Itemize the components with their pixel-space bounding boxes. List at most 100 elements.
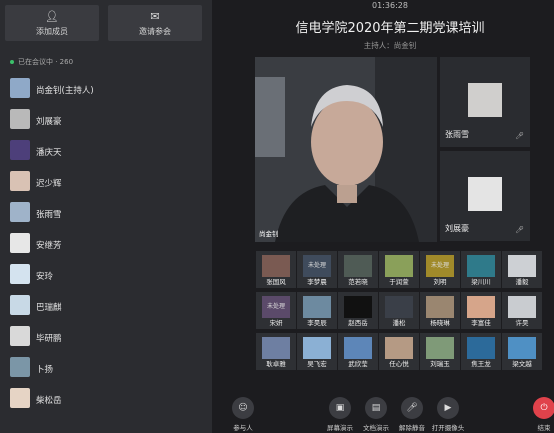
video-tile[interactable]: 武欣莹: [338, 333, 378, 370]
video-tile[interactable]: 未处理 宋妍: [256, 292, 296, 329]
video-tile[interactable]: 潘松: [379, 292, 419, 329]
participant-item[interactable]: 刘展豪: [0, 104, 212, 135]
avatar: [10, 264, 30, 284]
video-tile[interactable]: 许昊: [502, 292, 542, 329]
in-meeting-count: 已在会议中 · 260: [10, 57, 73, 67]
participant-name: 安继芳: [36, 241, 62, 251]
camera-button[interactable]: ▶ 打开摄像头: [426, 394, 470, 432]
tile-name: 梁川川: [471, 278, 491, 286]
in-meeting-label: 已在会议中 · 260: [18, 58, 74, 66]
avatar: [10, 171, 30, 191]
video-tile[interactable]: 潘毅: [502, 251, 542, 288]
video-tile[interactable]: 李富佳: [461, 292, 501, 329]
video-tile[interactable]: 耿卓雅: [256, 333, 296, 370]
tile-name: 张国风: [266, 278, 286, 286]
side-video-name: 张雨雪: [445, 130, 469, 139]
video-tile[interactable]: 梁川川: [461, 251, 501, 288]
participant-item[interactable]: 毕研鹏: [0, 321, 212, 352]
end-label: 结束: [537, 424, 551, 432]
tile-name: 吴飞宏: [307, 360, 327, 368]
add-user-icon: 👤︎: [45, 10, 59, 23]
tile-name: 范若晓: [348, 278, 368, 286]
meeting-area: 01:36:28 信电学院2020年第二期党课培训 主持人：尚金钊 尚金钊 张雨…: [226, 0, 554, 433]
toolbar: ☺ 参与人 ▣ 屏幕演示 ▤ 文档演示 🎤︎ 解除静音 ▶ 打开摄像头 ⏻ 结束: [226, 394, 554, 433]
add-member-label: 添加成员: [36, 27, 68, 36]
video-tile[interactable]: 李昊辰: [297, 292, 337, 329]
tile-thumbnail: [385, 337, 413, 359]
tile-name: 任心悦: [389, 360, 409, 368]
speaker-video-frame: [255, 57, 437, 242]
participant-item[interactable]: 安玲: [0, 259, 212, 290]
participant-item[interactable]: 潘庆天: [0, 135, 212, 166]
tile-name: 梁文越: [512, 360, 532, 368]
video-tile[interactable]: 焦王龙: [461, 333, 501, 370]
tile-thumbnail: [344, 337, 372, 359]
participants-button[interactable]: ☺ 参与人: [221, 394, 265, 432]
document-icon: ▤: [365, 397, 387, 419]
muted-mic-icon: 🎤︎: [515, 226, 524, 234]
tile-thumbnail: [426, 337, 454, 359]
participant-item[interactable]: 柴松岳: [0, 383, 212, 414]
participant-item[interactable]: 尚金钊(主持人): [0, 73, 212, 104]
participant-name: 刘展豪: [36, 117, 62, 127]
video-tile[interactable]: 赵西岳: [338, 292, 378, 329]
tile-thumbnail: [303, 296, 331, 318]
participant-name: 迟少辉: [36, 179, 62, 189]
side-video-1[interactable]: 张雨雪 🎤︎: [440, 57, 530, 147]
tile-name: 李梦晨: [307, 278, 327, 286]
avatar: [10, 109, 30, 129]
avatar: [10, 78, 30, 98]
tile-status: 未处理: [266, 303, 285, 310]
tile-name: 许昊: [515, 319, 529, 327]
side-video-thumbnail: [468, 83, 502, 117]
tile-thumbnail: [385, 255, 413, 277]
power-icon: ⏻: [533, 397, 554, 419]
invite-label: 邀请参会: [139, 27, 171, 36]
participant-item[interactable]: 巴瑞麒: [0, 290, 212, 321]
main-speaker-video[interactable]: 尚金钊: [255, 57, 437, 242]
tile-thumbnail: [467, 337, 495, 359]
participants-label: 参与人: [233, 424, 253, 432]
avatar: [10, 326, 30, 346]
video-tile[interactable]: 杨晓琳: [420, 292, 460, 329]
participant-item[interactable]: 迟少辉: [0, 166, 212, 197]
video-tile[interactable]: 梁文越: [502, 333, 542, 370]
avatar: [10, 233, 30, 253]
participant-item[interactable]: 张雨雪: [0, 197, 212, 228]
video-tile[interactable]: 范若晓: [338, 251, 378, 288]
host-line: 主持人：尚金钊: [363, 41, 417, 50]
tile-name: 赵西岳: [348, 319, 368, 327]
end-meeting-button[interactable]: ⏻ 结束: [522, 394, 554, 432]
participant-name: 张雨雪: [36, 210, 62, 220]
add-member-button[interactable]: 👤︎ 添加成员: [5, 5, 99, 41]
side-video-2[interactable]: 刘展豪 🎤︎: [440, 151, 530, 241]
video-tile[interactable]: 未处理 刘明: [420, 251, 460, 288]
participant-item[interactable]: 卜扬: [0, 352, 212, 383]
participant-name: 尚金钊(主持人): [36, 86, 94, 96]
tile-name: 潘松: [392, 319, 406, 327]
video-tile[interactable]: 未处理 李梦晨: [297, 251, 337, 288]
tile-name: 刘明: [433, 278, 447, 286]
avatar: [10, 295, 30, 315]
meeting-timer: 01:36:28: [372, 1, 408, 10]
participant-item[interactable]: 安继芳: [0, 228, 212, 259]
side-video-thumbnail: [468, 177, 502, 211]
avatar: [10, 388, 30, 408]
tile-name: 潘毅: [515, 278, 529, 286]
online-dot-icon: [10, 60, 14, 64]
participant-name: 柴松岳: [36, 396, 62, 406]
invite-button[interactable]: ✉ 邀请参会: [108, 5, 202, 41]
tile-thumbnail: [262, 337, 290, 359]
screen-icon: ▣: [329, 397, 351, 419]
video-tile[interactable]: 于润萱: [379, 251, 419, 288]
avatar: [10, 357, 30, 377]
tile-status: 未处理: [430, 262, 449, 269]
video-tile[interactable]: 吴飞宏: [297, 333, 337, 370]
video-tile[interactable]: 任心悦: [379, 333, 419, 370]
camera-label: 打开摄像头: [431, 424, 465, 432]
tile-thumbnail: [262, 255, 290, 277]
video-tile[interactable]: 张国风: [256, 251, 296, 288]
tile-name: 武欣莹: [348, 360, 368, 368]
tile-name: 耿卓雅: [266, 360, 286, 368]
video-tile[interactable]: 刘瑞玉: [420, 333, 460, 370]
